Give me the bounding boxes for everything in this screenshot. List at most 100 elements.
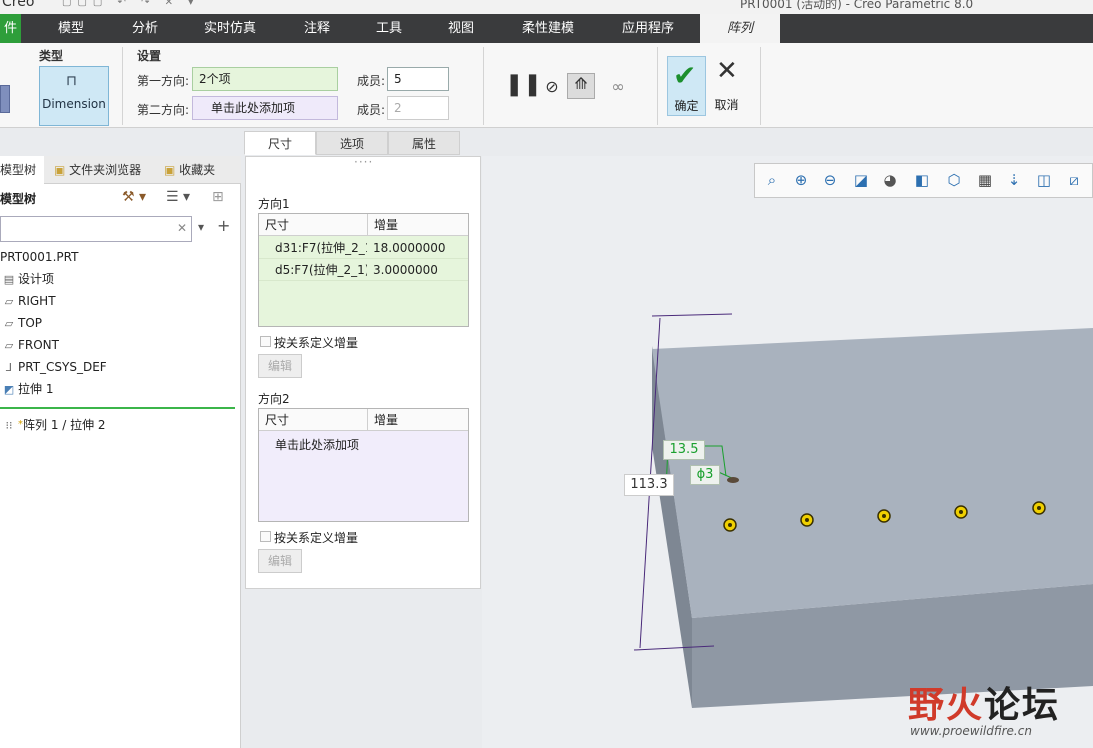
refit-icon[interactable]: ⌕ bbox=[761, 171, 783, 191]
tree-item-extrude1[interactable]: ◩ 拉伸 1 bbox=[0, 378, 54, 400]
left-edge-icon[interactable] bbox=[0, 85, 10, 113]
row-dimension: d5:F7(拉伸_2_1) bbox=[275, 263, 367, 277]
tree-item-csys[interactable]: ⅃ PRT_CSYS_DEF bbox=[0, 356, 107, 378]
title-bar: Creo ▢▢▢ ↶ ↷ ✕ ▾ PRT0001 (活动的) - Creo Pa… bbox=[0, 0, 1093, 14]
tree-settings-icon[interactable]: ⚒ ▾ bbox=[122, 189, 146, 205]
clear-search-icon[interactable]: ✕ bbox=[177, 221, 187, 235]
hole-1[interactable] bbox=[727, 477, 739, 483]
dir1-edit-button[interactable]: 编辑 bbox=[258, 354, 302, 378]
cancel-button[interactable]: ✕ 取消 bbox=[708, 56, 747, 116]
dir2-edit-button[interactable]: 编辑 bbox=[258, 549, 302, 573]
tree-header: 模型树 bbox=[0, 192, 37, 206]
datum-plane-icon: ▱ bbox=[4, 339, 14, 352]
tree-search-input[interactable]: ✕ bbox=[0, 216, 192, 242]
insert-marker[interactable] bbox=[0, 407, 235, 409]
filter-icon[interactable]: ⊞ bbox=[212, 189, 224, 205]
menu-file[interactable]: 件 bbox=[0, 14, 21, 43]
divider bbox=[483, 47, 484, 125]
tree-item-design-items[interactable]: ▤ 设计项 bbox=[0, 268, 54, 290]
part-geometry[interactable] bbox=[482, 156, 1093, 748]
dim-phi3[interactable]: ϕ3 bbox=[690, 465, 720, 485]
menu-view[interactable]: 视图 bbox=[432, 14, 490, 43]
pattern-ribbon: 类型 ⊓ Dimension 设置 第一方向: 2个项 第二方向: 单击此处添加… bbox=[0, 43, 1093, 128]
ok-button[interactable]: ✔ 确定 bbox=[667, 56, 706, 116]
zoom-out-icon[interactable]: ⊖ bbox=[819, 171, 841, 191]
ok-label: 确定 bbox=[674, 99, 699, 113]
show-icon[interactable]: ☰ ▾ bbox=[166, 189, 190, 205]
dir2-table[interactable]: 尺寸 增量 单击此处添加项 bbox=[258, 408, 469, 522]
annotation-display-icon[interactable]: ◫ bbox=[1033, 171, 1055, 191]
dir1-table[interactable]: 尺寸 增量 d31:F7(拉伸_2_1) 18.0000000 d5:F7(拉伸… bbox=[258, 213, 469, 327]
dir2-relation-checkbox[interactable] bbox=[260, 531, 271, 542]
tree-item-label: PRT_CSYS_DEF bbox=[18, 360, 107, 374]
tab-options[interactable]: 选项 bbox=[316, 131, 388, 155]
search-dropdown-icon[interactable]: ▾ bbox=[198, 220, 204, 234]
dir2-label: 第二方向: bbox=[137, 103, 190, 117]
marker-dot bbox=[1037, 506, 1041, 510]
tab-dimensions[interactable]: 尺寸 bbox=[244, 131, 316, 155]
tree-item-pattern1[interactable]: ⁝⁝ *阵列 1 / 拉伸 2 bbox=[0, 414, 106, 436]
close-icon: ✕ bbox=[716, 56, 738, 86]
col-increment: 增量 bbox=[367, 214, 398, 236]
table-row[interactable]: d31:F7(拉伸_2_1) 18.0000000 bbox=[259, 237, 468, 259]
menu-flexible-modeling[interactable]: 柔性建模 bbox=[508, 14, 588, 43]
dimensions-panel: ···· 方向1 尺寸 增量 d31:F7(拉伸_2_1) 18.0000000… bbox=[245, 155, 481, 589]
perspective-icon[interactable]: ▦ bbox=[974, 171, 996, 191]
menu-tools[interactable]: 工具 bbox=[360, 14, 418, 43]
members1-input[interactable]: 5 bbox=[387, 67, 449, 91]
dir2-collector[interactable]: 单击此处添加项 bbox=[192, 96, 338, 120]
tab-model-tree[interactable]: 模型树 bbox=[0, 156, 44, 184]
tree-item-label: 阵列 1 / 拉伸 2 bbox=[23, 418, 106, 432]
menu-annotate[interactable]: 注释 bbox=[288, 14, 346, 43]
tab-properties[interactable]: 属性 bbox=[388, 131, 460, 155]
no-preview-icon[interactable]: ⊘ bbox=[545, 77, 559, 96]
spin-center-icon[interactable]: ⧄ bbox=[1063, 171, 1085, 191]
saved-orientations-icon[interactable]: ◧ bbox=[911, 171, 933, 191]
tree-item-label: TOP bbox=[18, 316, 43, 330]
menu-simulation[interactable]: 实时仿真 bbox=[194, 14, 266, 43]
tree-item-top[interactable]: ▱ TOP bbox=[0, 312, 42, 334]
glasses-icon[interactable]: ∞ bbox=[604, 77, 632, 96]
display-style-icon[interactable]: ◕ bbox=[879, 171, 901, 191]
row-increment[interactable]: 18.0000000 bbox=[373, 237, 446, 259]
row-increment[interactable]: 3.0000000 bbox=[373, 259, 438, 281]
table-row[interactable]: d5:F7(拉伸_2_1) 3.0000000 bbox=[259, 259, 468, 281]
quick-access-toolbar[interactable]: ▢▢▢ ↶ ↷ ✕ ▾ bbox=[62, 0, 199, 8]
datum-display-icon[interactable]: ⇣ bbox=[1003, 171, 1025, 191]
dim-13-5[interactable]: 13.5 bbox=[663, 440, 705, 460]
tab-favorites[interactable]: ▣ 收藏夹 bbox=[164, 156, 234, 184]
members2-input[interactable]: 2 bbox=[387, 96, 449, 120]
tree-item-label: 拉伸 1 bbox=[18, 382, 54, 396]
repaint-icon[interactable]: ◪ bbox=[850, 171, 872, 191]
menu-applications[interactable]: 应用程序 bbox=[610, 14, 686, 43]
dir2-add-item[interactable]: 单击此处添加项 bbox=[275, 436, 359, 453]
tree-item-front[interactable]: ▱ FRONT bbox=[0, 334, 59, 356]
tree-item-label: RIGHT bbox=[18, 294, 56, 308]
tab-folder-browser[interactable]: ▣ 文件夹浏览器 bbox=[54, 156, 156, 184]
tree-item-part[interactable]: PRT0001.PRT bbox=[0, 246, 78, 268]
menu-model[interactable]: 模型 bbox=[42, 14, 100, 43]
model-tree-panel: 模型树 ▣ 文件夹浏览器 ▣ 收藏夹 模型树 ⚒ ▾ ☰ ▾ ⊞ ✕ ▾ + P… bbox=[0, 156, 241, 748]
settings-group-label: 设置 bbox=[137, 49, 162, 63]
folder-icon: ▣ bbox=[54, 163, 66, 177]
dim-113-3[interactable]: 113.3 bbox=[624, 474, 674, 496]
graphics-viewport[interactable]: 13.5 ϕ3 113.3 bbox=[482, 156, 1093, 748]
view-manager-icon[interactable]: ⬡ bbox=[943, 171, 965, 191]
menu-pattern[interactable]: 阵列 bbox=[700, 14, 780, 43]
row-dimension: d31:F7(拉伸_2_1) bbox=[275, 241, 367, 255]
menu-analysis[interactable]: 分析 bbox=[116, 14, 174, 43]
watermark-dark-text: 论坛 bbox=[984, 685, 1061, 726]
zoom-in-icon[interactable]: ⊕ bbox=[790, 171, 812, 191]
preview-icon[interactable]: ⟰ bbox=[567, 73, 595, 99]
dimension-type-button[interactable]: ⊓ Dimension bbox=[39, 66, 109, 126]
dir1-collector[interactable]: 2个项 bbox=[192, 67, 338, 91]
dimension-type-label: Dimension bbox=[42, 97, 106, 111]
divider bbox=[657, 47, 658, 125]
col-dimension: 尺寸 bbox=[265, 413, 290, 427]
tree-item-right[interactable]: ▱ RIGHT bbox=[0, 290, 56, 312]
pause-icon[interactable]: ❚❚ bbox=[505, 73, 542, 97]
tree-item-label: FRONT bbox=[18, 338, 59, 352]
panel-grip[interactable]: ···· bbox=[354, 155, 373, 169]
add-icon[interactable]: + bbox=[217, 216, 230, 235]
dir1-relation-checkbox[interactable] bbox=[260, 336, 271, 347]
